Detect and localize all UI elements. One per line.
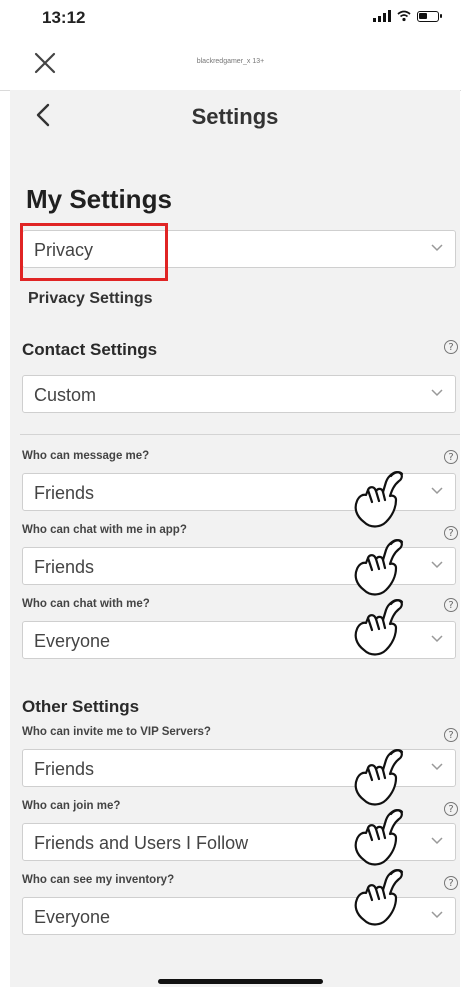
field-label-inventory: Who can see my inventory?	[22, 874, 175, 886]
wifi-icon	[397, 10, 411, 22]
battery-icon	[417, 10, 442, 22]
dropdown-value: Friends	[34, 759, 95, 779]
chevron-down-icon	[431, 561, 443, 569]
help-icon[interactable]: ?	[444, 340, 458, 354]
contact-settings-dropdown[interactable]: Custom	[22, 375, 456, 413]
contact-settings-heading: Contact Settings	[22, 340, 158, 359]
status-time: 13:12	[42, 8, 86, 27]
section-divider	[20, 434, 460, 435]
field-label-chat: Who can chat with me?	[22, 598, 150, 610]
pointing-hand-icon	[354, 599, 404, 656]
page-title: My Settings	[26, 184, 172, 214]
header-title: Settings	[191, 104, 279, 129]
settings-panel: Settings My Settings Privacy Privacy Set…	[10, 90, 460, 987]
home-indicator	[158, 979, 323, 984]
chevron-down-icon	[431, 244, 443, 252]
dropdown-value: Everyone	[34, 907, 111, 927]
chevron-down-icon	[431, 389, 443, 397]
battery-level	[419, 12, 427, 19]
privacy-settings-subtitle: Privacy Settings	[28, 290, 153, 307]
chevron-down-icon	[431, 763, 443, 771]
dropdown-value: Friends and Users I Follow	[34, 833, 249, 853]
chevron-down-icon	[431, 837, 443, 845]
other-settings-heading: Other Settings	[22, 697, 140, 716]
field-label-vip: Who can invite me to VIP Servers?	[22, 726, 211, 738]
pointing-hand-icon	[354, 809, 404, 866]
dropdown-value: Friends	[34, 483, 95, 503]
pointing-hand-icon	[354, 749, 404, 806]
chevron-down-icon	[431, 911, 443, 919]
help-icon[interactable]: ?	[444, 598, 458, 612]
dropdown-value: Friends	[34, 557, 95, 577]
chevron-down-icon	[431, 487, 443, 495]
pointing-hand-icon	[354, 869, 404, 926]
help-icon[interactable]: ?	[444, 876, 458, 890]
chevron-down-icon	[431, 635, 443, 643]
field-label-chat-in-app: Who can chat with me in app?	[22, 524, 187, 536]
status-bar: 13:12	[0, 0, 461, 40]
signal-icon	[373, 10, 391, 22]
status-icons	[373, 10, 442, 22]
browser-bar: blackredgamer_x 13+	[0, 40, 461, 91]
dropdown-value: Everyone	[34, 631, 111, 651]
help-icon[interactable]: ?	[444, 728, 458, 742]
help-icon[interactable]: ?	[444, 802, 458, 816]
dropdown-value: Custom	[34, 385, 97, 405]
highlight-box	[20, 223, 168, 281]
field-label-join: Who can join me?	[22, 800, 121, 812]
pointing-hand-icon	[354, 539, 404, 596]
help-icon[interactable]: ?	[444, 450, 458, 464]
help-icon[interactable]: ?	[444, 526, 458, 540]
url-text: blackredgamer_x 13+	[196, 58, 265, 65]
field-label-message: Who can message me?	[22, 450, 150, 462]
pointing-hand-icon	[354, 471, 404, 528]
